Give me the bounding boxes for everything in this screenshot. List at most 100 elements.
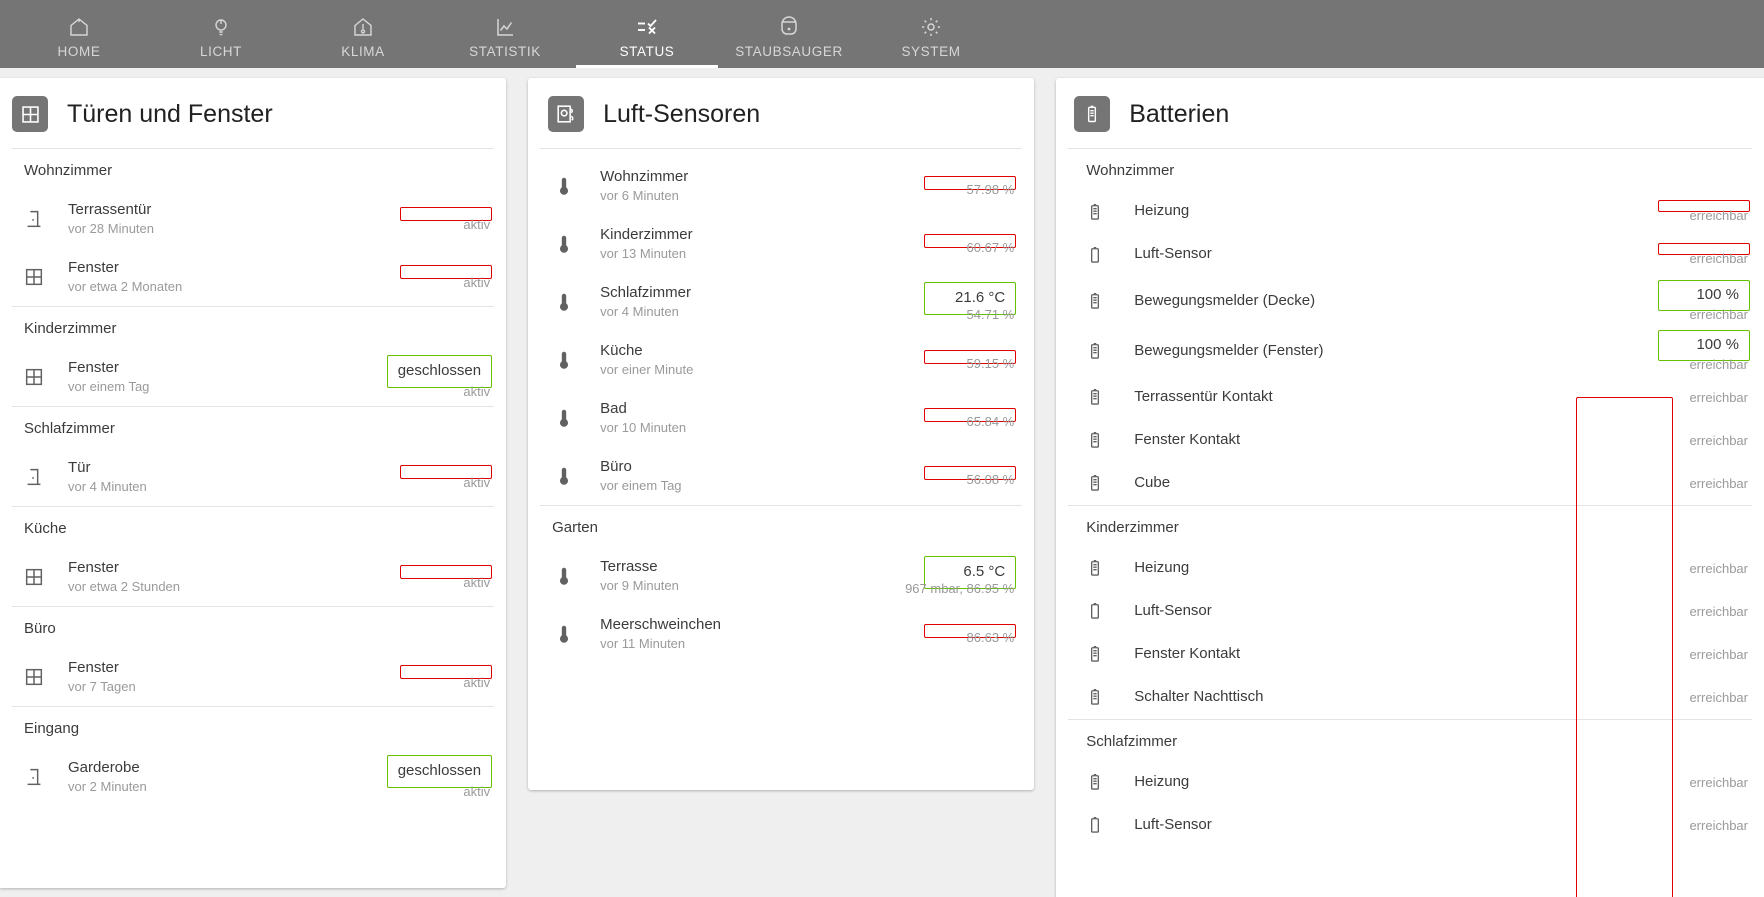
list-item[interactable]: Fenster vor etwa 2 Stunden aktiv — [0, 548, 506, 606]
list-item[interactable]: Terrassentür vor 28 Minuten aktiv — [0, 190, 506, 248]
air-sensor-icon — [548, 96, 585, 132]
thermometer-icon — [528, 175, 600, 197]
status-cell: aktiv — [384, 464, 493, 490]
list-item[interactable]: Fenster vor etwa 2 Monaten aktiv — [0, 248, 506, 306]
list-item[interactable]: Heizung erreichbar — [1056, 547, 1764, 590]
item-name: Fenster — [68, 558, 119, 576]
battery-icon — [1056, 687, 1134, 707]
nav-item-staubsauger[interactable]: STAUBSAUGER — [718, 0, 860, 68]
item-subtitle: vor etwa 2 Stunden — [68, 579, 181, 595]
status-cell: erreichbar — [1630, 561, 1750, 576]
nav-item-licht[interactable]: LICHT — [150, 0, 292, 68]
list-item[interactable]: Büro vor einem Tag 56.08 % — [528, 447, 1034, 505]
page-title: Türen und Fenster — [67, 99, 273, 128]
list-item[interactable]: Luft-Sensor erreichbar — [1056, 590, 1764, 633]
list-item[interactable]: Schalter Nachttisch erreichbar — [1056, 676, 1764, 719]
list-item[interactable]: Luft-Sensor erreichbar — [1056, 233, 1764, 276]
list-item[interactable]: Garderobe vor 2 Minuten geschlossen akti… — [0, 748, 506, 806]
list-item[interactable]: Schlafzimmer vor 4 Minuten 21.6 °C 54.71… — [528, 273, 1034, 331]
humidity-text: 54.71 % — [966, 306, 1015, 322]
item-name: Wohnzimmer — [600, 167, 689, 185]
status-cell: erreichbar — [1630, 775, 1750, 790]
battery-icon — [1056, 558, 1134, 578]
item-text: Luft-Sensor — [1134, 601, 1630, 621]
item-name: Heizung — [1134, 772, 1190, 790]
status-cell: 6.5 °C 967 mbar, 86.95 % — [886, 556, 1017, 596]
status-subtext: aktiv — [463, 216, 491, 232]
battery-low-icon — [1056, 601, 1134, 621]
list-item[interactable]: Heizung erreichbar — [1056, 761, 1764, 804]
item-name: Terrassentür Kontakt — [1134, 387, 1273, 405]
list-item[interactable]: Fenster Kontakt erreichbar — [1056, 419, 1764, 462]
window-icon — [0, 366, 68, 388]
group-title: Wohnzimmer — [24, 162, 113, 179]
item-name: Tür — [68, 458, 91, 476]
reachability-text: erreichbar — [1689, 475, 1748, 491]
list-item[interactable]: Kinderzimmer vor 13 Minuten 60.67 % — [528, 215, 1034, 273]
list-item[interactable]: Fenster vor 7 Tagen aktiv — [0, 648, 506, 706]
item-subtitle: vor 4 Minuten — [68, 479, 147, 495]
battery-icon — [1056, 644, 1134, 664]
humidity-text: 60.67 % — [966, 239, 1015, 255]
battery-icon — [1056, 772, 1134, 792]
list-item[interactable]: Heizung erreichbar — [1056, 190, 1764, 233]
list-item[interactable]: Luft-Sensor erreichbar — [1056, 804, 1764, 847]
group-title: Garten — [552, 519, 598, 536]
list-item[interactable]: Bad vor 10 Minuten 65.84 % — [528, 389, 1034, 447]
card-header: Luft-Sensoren — [528, 78, 1034, 148]
list-item[interactable]: Bewegungsmelder (Fenster) 100 % erreichb… — [1056, 326, 1764, 376]
item-name: Terrasse — [600, 557, 658, 575]
nav-item-klima[interactable]: KLIMA — [292, 0, 434, 68]
list-item[interactable]: Tür vor 4 Minuten aktiv — [0, 448, 506, 506]
status-cell: aktiv — [384, 664, 493, 690]
nav-item-system[interactable]: SYSTEM — [860, 0, 1002, 68]
status-cell: 60.67 % — [910, 233, 1017, 255]
status-cell: erreichbar — [1630, 200, 1750, 223]
item-name: Heizung — [1134, 558, 1190, 576]
item-text: Wohnzimmer vor 6 Minuten — [600, 167, 910, 205]
status-cell: aktiv — [384, 264, 493, 290]
item-subtitle: vor 11 Minuten — [600, 636, 686, 652]
item-text: Schalter Nachttisch — [1134, 687, 1630, 707]
item-name: Kinderzimmer — [600, 225, 693, 243]
item-text: Heizung — [1134, 201, 1630, 221]
reachability-text: erreichbar — [1689, 356, 1748, 372]
list-item[interactable]: Terrasse vor 9 Minuten 6.5 °C 967 mbar, … — [528, 547, 1034, 605]
list-item[interactable]: Fenster Kontakt erreichbar — [1056, 633, 1764, 676]
status-cell: 100 % erreichbar — [1630, 329, 1750, 372]
list-item[interactable]: Meerschweinchen vor 11 Minuten 86.63 % — [528, 605, 1034, 663]
thermostat-icon — [351, 14, 375, 40]
nav-item-label: KLIMA — [341, 43, 385, 59]
reachability-text: erreichbar — [1689, 560, 1748, 576]
humidity-text: 65.84 % — [966, 413, 1015, 429]
group-title: Kinderzimmer — [1086, 518, 1179, 536]
window-icon — [12, 96, 48, 132]
nav-item-statistik[interactable]: STATISTIK — [434, 0, 576, 68]
list-item[interactable]: Bewegungsmelder (Decke) 100 % erreichbar — [1056, 276, 1764, 326]
nav-item-status[interactable]: STATUS — [576, 0, 718, 68]
card-body: Wohnzimmer Terrassentür vor 28 Minuten a… — [0, 149, 506, 897]
battery-icon — [1056, 387, 1134, 407]
group-title: Wohnzimmer — [1086, 162, 1175, 179]
list-item[interactable]: Cube erreichbar — [1056, 462, 1764, 505]
item-text: Terrasse vor 9 Minuten — [600, 557, 886, 595]
status-cell: 100 % erreichbar — [1630, 280, 1750, 322]
nav-item-home[interactable]: HOME — [8, 0, 150, 68]
item-subtitle: vor einem Tag — [600, 478, 682, 494]
card-body: Wohnzimmer vor 6 Minuten 57.98 % Kinderz… — [528, 149, 1034, 861]
top-navigation: HOME LICHT KLIMA STATISTIK STATUS STAUBS… — [0, 0, 1764, 68]
list-item[interactable]: Küche vor einer Minute 59.15 % — [528, 331, 1034, 389]
item-name: Büro — [600, 457, 632, 475]
humidity-text: 56.08 % — [966, 471, 1015, 487]
list-item[interactable]: Terrassentür Kontakt erreichbar — [1056, 376, 1764, 419]
list-item[interactable]: Fenster vor einem Tag geschlossen aktiv — [0, 348, 506, 406]
nav-active-underline — [576, 65, 718, 68]
reachability-text: erreichbar — [1689, 251, 1748, 266]
item-subtitle: vor 7 Tagen — [68, 679, 136, 695]
status-cell: geschlossen aktiv — [384, 755, 493, 799]
battery-icon — [1074, 96, 1111, 132]
nav-item-label: HOME — [57, 43, 101, 59]
status-subtext: aktiv — [463, 783, 491, 799]
status-cell: 57.98 % — [910, 175, 1017, 197]
list-item[interactable]: Wohnzimmer vor 6 Minuten 57.98 % — [528, 157, 1034, 215]
